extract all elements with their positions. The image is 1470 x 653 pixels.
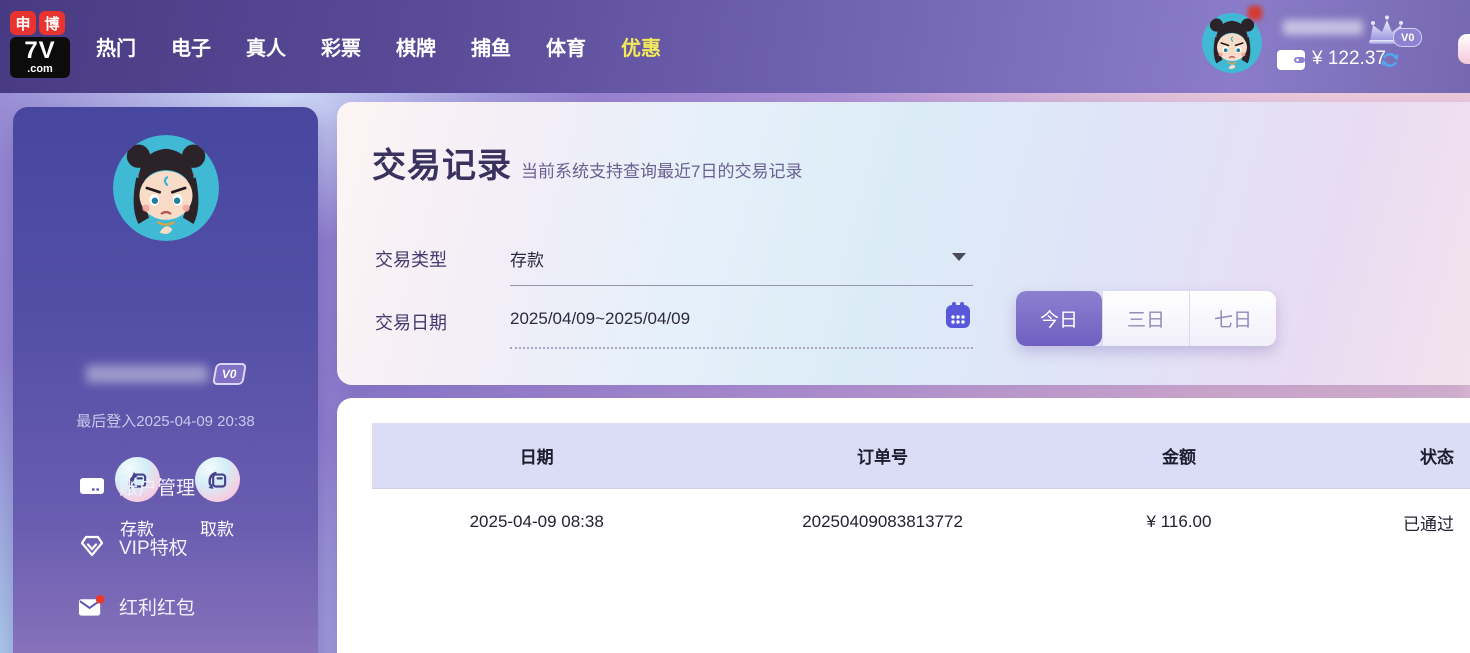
sidebar-username-row: V0 xyxy=(13,363,318,385)
nav-item-lottery[interactable]: 彩票 xyxy=(321,32,361,61)
range-button-3days[interactable]: 三日 xyxy=(1102,291,1189,346)
cell-status: 已通过 xyxy=(1402,514,1454,534)
column-header-amount: 金额 xyxy=(1162,448,1196,467)
notification-blur xyxy=(1248,6,1262,20)
profile-sidebar: V0 最后登入2025-04-09 20:38 存款 取款 账户管理 VIP特权… xyxy=(13,107,318,653)
sidebar-item-label: 账户管理 xyxy=(119,477,196,499)
red-envelope-icon xyxy=(78,593,105,619)
floating-service-widget[interactable] xyxy=(1458,34,1470,64)
date-filter-label: 交易日期 xyxy=(375,313,447,333)
sidebar-item-bonus[interactable]: 红利红包 xyxy=(78,591,298,621)
table-row: 2025-04-09 08:38 20250409083813772 ¥ 116… xyxy=(372,489,1470,555)
vip-level-tag: V0 xyxy=(212,363,247,385)
logo-name: 7V xyxy=(24,37,56,64)
date-input-underline xyxy=(510,347,973,349)
transactions-panel: 交易记录 当前系统支持查询最近7日的交易记录 交易类型 存款 交易日期 2025… xyxy=(337,102,1470,385)
header-avatar[interactable] xyxy=(1202,13,1262,73)
date-range-buttons: 今日 三日 七日 xyxy=(1016,291,1276,346)
page-subtitle: 当前系统支持查询最近7日的交易记录 xyxy=(521,162,803,181)
page: 申 博 7V .com 热门 电子 真人 彩票 棋牌 捕鱼 体育 优惠 V0 ¥… xyxy=(0,0,1470,653)
avatar-image xyxy=(1202,13,1262,73)
sidebar-item-account[interactable]: 账户管理 xyxy=(78,471,298,501)
username-blurred xyxy=(1283,20,1363,35)
nav-item-cards[interactable]: 棋牌 xyxy=(396,32,436,61)
column-header-status: 状态 xyxy=(1419,448,1454,467)
title-row: 交易记录 当前系统支持查询最近7日的交易记录 xyxy=(372,138,802,187)
column-header-order-no: 订单号 xyxy=(857,448,909,467)
transactions-table-panel: 日期 订单号 金额 状态 2025-04-09 08:38 2025040908… xyxy=(337,398,1470,653)
diamond-icon xyxy=(78,533,105,559)
nav-item-slots[interactable]: 电子 xyxy=(171,32,211,61)
calendar-icon[interactable] xyxy=(943,301,973,331)
vip-level-badge[interactable]: V0 xyxy=(1393,28,1423,47)
range-button-7days[interactable]: 七日 xyxy=(1189,291,1276,346)
wallet-icon xyxy=(1277,50,1305,70)
balance-amount: ¥ 122.37 xyxy=(1312,48,1386,69)
sidebar-item-label: VIP特权 xyxy=(119,537,188,559)
nav-item-hot[interactable]: 热门 xyxy=(96,32,136,61)
nav-item-sports[interactable]: 体育 xyxy=(546,32,586,61)
cell-date: 2025-04-09 08:38 xyxy=(469,512,604,531)
logo-badges: 申 博 xyxy=(10,11,70,35)
logo-tld: .com xyxy=(27,63,53,75)
table-header: 日期 订单号 金额 状态 xyxy=(372,423,1470,489)
nav-item-live[interactable]: 真人 xyxy=(246,32,286,61)
type-filter-label: 交易类型 xyxy=(375,250,447,270)
type-select-value[interactable]: 存款 xyxy=(510,246,544,271)
column-header-date: 日期 xyxy=(519,448,554,467)
main-nav: 热门 电子 真人 彩票 棋牌 捕鱼 体育 优惠 xyxy=(96,0,661,93)
type-select-underline xyxy=(510,285,973,286)
sidebar-item-label: 红利红包 xyxy=(119,597,196,619)
sidebar-item-vip[interactable]: VIP特权 xyxy=(78,531,298,561)
username-blurred xyxy=(86,365,209,383)
logo-wordmark: 7V .com xyxy=(10,37,70,78)
bank-card-icon xyxy=(78,473,105,499)
range-button-today[interactable]: 今日 xyxy=(1016,291,1102,346)
site-logo[interactable]: 申 博 7V .com xyxy=(10,11,70,78)
logo-badge-bo: 博 xyxy=(39,11,65,35)
avatar-image xyxy=(112,135,219,241)
chevron-down-icon[interactable] xyxy=(952,253,966,261)
last-login-text: 最后登入2025-04-09 20:38 xyxy=(76,413,255,430)
cell-order-no: 20250409083813772 xyxy=(802,512,963,531)
nav-item-fishing[interactable]: 捕鱼 xyxy=(471,32,511,61)
sidebar-avatar xyxy=(112,135,219,241)
date-range-input[interactable]: 2025/04/09~2025/04/09 xyxy=(510,309,690,329)
logo-badge-shen: 申 xyxy=(10,11,36,35)
page-title: 交易记录 xyxy=(372,147,512,185)
nav-item-promos[interactable]: 优惠 xyxy=(621,32,661,61)
refresh-balance-icon[interactable] xyxy=(1379,49,1401,71)
cell-amount: ¥ 116.00 xyxy=(1146,512,1212,531)
top-navbar: 申 博 7V .com 热门 电子 真人 彩票 棋牌 捕鱼 体育 优惠 V0 ¥… xyxy=(0,0,1470,93)
